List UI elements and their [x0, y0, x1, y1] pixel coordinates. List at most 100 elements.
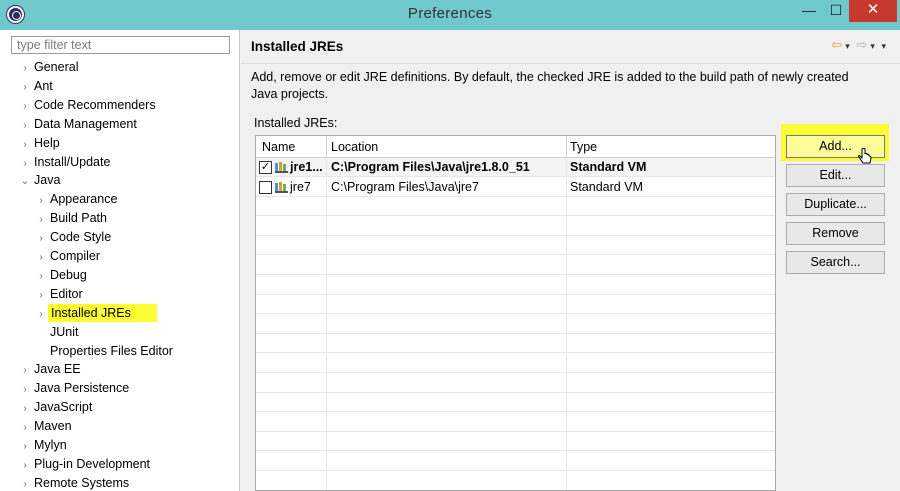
location-cell: [327, 393, 567, 413]
name-cell: [256, 295, 327, 315]
collapsed-arrow-icon[interactable]: ›: [34, 230, 48, 248]
tree-item-java-persistence[interactable]: › Java Persistence: [18, 379, 131, 397]
name-cell: [256, 197, 327, 217]
page-description: Add, remove or edit JRE definitions. By …: [251, 70, 849, 101]
jre-table[interactable]: Name Location Type ✓ jre1... C:\Program Fi…: [255, 135, 776, 491]
tree-item-junit[interactable]: JUnit: [34, 323, 80, 341]
collapsed-arrow-icon[interactable]: ›: [18, 117, 32, 135]
collapsed-arrow-icon[interactable]: ›: [18, 438, 32, 456]
remove-button[interactable]: Remove: [786, 222, 885, 245]
tree-item-label: JavaScript: [34, 400, 93, 415]
forward-arrow-icon[interactable]: ⇨: [856, 37, 867, 53]
empty-table-row: [256, 452, 775, 471]
tree-item-javascript[interactable]: › JavaScript: [18, 398, 94, 416]
default-jre-checkbox[interactable]: ✓: [259, 161, 272, 174]
jre-name: jre7: [290, 179, 311, 194]
location-cell: [327, 432, 567, 452]
window-title: Preferences: [407, 5, 493, 22]
duplicate-button[interactable]: Duplicate...: [786, 193, 885, 216]
back-menu-icon[interactable]: ▾: [845, 41, 850, 52]
type-cell: [567, 354, 775, 373]
view-menu-icon[interactable]: ▾: [881, 41, 886, 52]
collapsed-arrow-icon[interactable]: ›: [18, 476, 32, 491]
tree-item-java[interactable]: ⌄ Java: [18, 171, 62, 189]
location-cell: [327, 314, 567, 334]
tree-item-general[interactable]: › General: [18, 58, 80, 76]
location-cell: [327, 197, 567, 217]
tree-item-label: Plug-in Development: [34, 456, 151, 471]
name-cell: [256, 432, 327, 452]
collapsed-arrow-icon[interactable]: ›: [34, 306, 48, 324]
column-header-location[interactable]: Location: [327, 136, 567, 158]
tree-item-editor[interactable]: › Editor: [34, 285, 85, 303]
name-cell: [256, 275, 327, 295]
type-cell: [567, 334, 775, 353]
tree-item-debug[interactable]: › Debug: [34, 266, 89, 284]
collapsed-arrow-icon[interactable]: ›: [34, 192, 48, 210]
tree-item-label: Maven: [34, 419, 72, 434]
tree-item-data-management[interactable]: › Data Management: [18, 115, 139, 133]
expanded-arrow-icon[interactable]: ⌄: [18, 173, 32, 191]
empty-table-row: [256, 197, 775, 217]
tree-item-code-recommenders[interactable]: › Code Recommenders: [18, 96, 158, 114]
filter-input[interactable]: [11, 36, 230, 54]
page-header: Installed JREs ⇦ ▾ ⇨ ▾ ▾: [241, 30, 900, 64]
tree-item-plug-in-development[interactable]: › Plug-in Development: [18, 455, 152, 473]
close-button[interactable]: ✕: [849, 0, 897, 22]
tree-item-help[interactable]: › Help: [18, 134, 62, 152]
tree-item-build-path[interactable]: › Build Path: [34, 209, 109, 227]
type-cell: [567, 197, 775, 216]
location-cell: [327, 471, 567, 490]
collapsed-arrow-icon[interactable]: ›: [18, 60, 32, 78]
empty-table-row: [256, 432, 775, 452]
tree-item-ant[interactable]: › Ant: [18, 77, 55, 95]
tree-item-installed-jres[interactable]: › Installed JREs: [34, 303, 157, 324]
back-arrow-icon[interactable]: ⇦: [831, 37, 842, 53]
tree-item-label: Help: [34, 135, 60, 150]
default-jre-checkbox[interactable]: [259, 180, 272, 194]
collapsed-arrow-icon[interactable]: ›: [18, 457, 32, 475]
tree-item-mylyn[interactable]: › Mylyn: [18, 436, 69, 454]
collapsed-arrow-icon[interactable]: ›: [18, 98, 32, 116]
collapsed-arrow-icon[interactable]: ›: [18, 419, 32, 437]
location-cell: [327, 256, 567, 275]
forward-menu-icon[interactable]: ▾: [870, 41, 875, 52]
edit-button[interactable]: Edit...: [786, 164, 885, 187]
tree-item-remote-systems[interactable]: › Remote Systems: [18, 474, 131, 491]
collapsed-arrow-icon[interactable]: ›: [34, 211, 48, 229]
jre-name: jre1...: [290, 160, 323, 174]
collapsed-arrow-icon[interactable]: ›: [18, 400, 32, 418]
table-row[interactable]: jre7 C:\Program Files\Java\jre7 Standard V…: [256, 177, 775, 197]
collapsed-arrow-icon[interactable]: ›: [18, 362, 32, 380]
tree-item-java-ee[interactable]: › Java EE: [18, 360, 83, 378]
table-row[interactable]: ✓ jre1... C:\Program Files\Java\jre1.8.0_5…: [256, 158, 775, 177]
tree-item-label: General: [34, 60, 79, 74]
tree-item-label: Debug: [50, 267, 87, 282]
tree-item-label: JUnit: [50, 324, 79, 339]
tree-item-label: Installed JREs: [48, 303, 157, 322]
collapsed-arrow-icon[interactable]: ›: [34, 287, 48, 305]
hand-cursor-icon: [858, 148, 872, 164]
column-header-name[interactable]: Name: [256, 136, 327, 158]
location-cell: C:\Program Files\Java\jre1.8.0_51: [327, 158, 567, 177]
search-button[interactable]: Search...: [786, 251, 885, 274]
tree-item-appearance[interactable]: › Appearance: [34, 190, 119, 208]
collapsed-arrow-icon[interactable]: ›: [34, 249, 48, 267]
collapsed-arrow-icon[interactable]: ›: [34, 268, 48, 286]
type-cell: [567, 217, 775, 236]
location-cell: [327, 216, 567, 236]
collapsed-arrow-icon[interactable]: ›: [18, 79, 32, 97]
tree-item-properties-files-editor[interactable]: Properties Files Editor: [34, 342, 175, 360]
column-header-type[interactable]: Type: [567, 136, 775, 158]
tree-item-install-update[interactable]: › Install/Update: [18, 153, 112, 171]
tree-item-code-style[interactable]: › Code Style: [34, 228, 113, 246]
collapsed-arrow-icon[interactable]: ›: [18, 381, 32, 399]
minimize-button[interactable]: —: [795, 0, 823, 22]
tree-item-maven[interactable]: › Maven: [18, 417, 74, 435]
page-title: Installed JREs: [251, 39, 344, 54]
tree-item-label: Code Style: [50, 230, 112, 245]
tree-item-compiler[interactable]: › Compiler: [34, 247, 102, 265]
collapsed-arrow-icon[interactable]: ›: [18, 155, 32, 173]
maximize-button[interactable]: ☐: [823, 0, 849, 22]
collapsed-arrow-icon[interactable]: ›: [18, 136, 32, 154]
